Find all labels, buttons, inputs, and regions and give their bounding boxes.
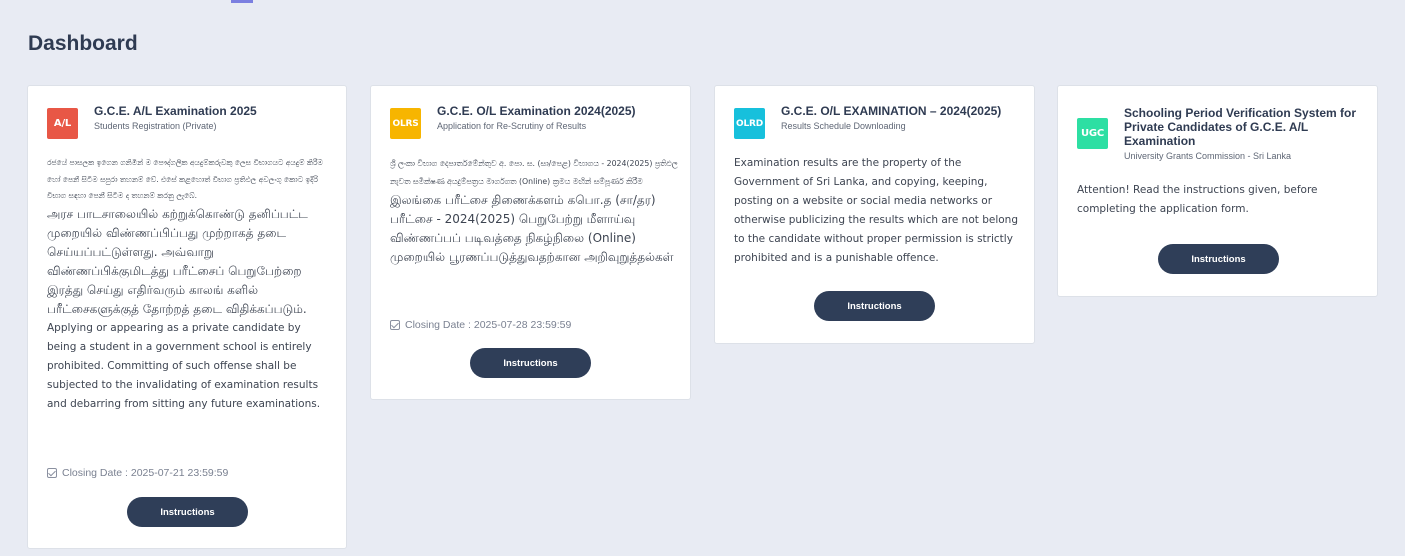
card-title: G.C.E. O/L Examination 2024(2025): [437, 104, 636, 118]
instructions-button[interactable]: Instructions: [470, 348, 591, 378]
card-body: රජයේ පාසලක ඉගෙන ගනිමින් ම පෞද්ගලික අයදුම…: [47, 155, 329, 414]
closing-date-text: Closing Date : 2025-07-21 23:59:59: [62, 467, 229, 479]
card-al-registration: A/L G.C.E. A/L Examination 2025 Students…: [27, 85, 347, 549]
card-header: UGC Schooling Period Verification System…: [1077, 106, 1362, 161]
notice-tamil: அரச பாடசாலையில் கற்றுக்கொண்டு தனிப்பட்ட …: [47, 206, 308, 316]
card-ol-rescrutiny: OLRS G.C.E. O/L Examination 2024(2025) A…: [370, 85, 691, 400]
card-title: G.C.E. A/L Examination 2025: [94, 104, 257, 118]
al-badge-icon: A/L: [47, 108, 78, 139]
closing-date-text: Closing Date : 2025-07-28 23:59:59: [405, 319, 572, 331]
card-ugc-verification: UGC Schooling Period Verification System…: [1057, 85, 1378, 297]
card-title: Schooling Period Verification System for…: [1124, 106, 1357, 148]
notice-sinhala: රජයේ පාසලක ඉගෙන ගනිමින් ම පෞද්ගලික අයදුම…: [47, 158, 323, 200]
card-title: G.C.E. O/L EXAMINATION – 2024(2025): [781, 104, 1002, 118]
card-header: A/L G.C.E. A/L Examination 2025 Students…: [47, 104, 332, 139]
notice-english: Applying or appearing as a private candi…: [47, 321, 321, 410]
card-subtitle: Application for Re-Scrutiny of Results: [437, 121, 587, 131]
calendar-check-icon: [47, 468, 57, 478]
card-body: Examination results are the property of …: [734, 154, 1019, 268]
olrd-badge-icon: OLRD: [734, 108, 765, 139]
card-body: ශ්‍රී ලංකා විභාග දෙපාර්තමේන්තුව අ. පො. ස…: [390, 155, 680, 267]
active-tab-indicator: [231, 0, 253, 3]
card-ol-results-download: OLRD G.C.E. O/L EXAMINATION – 2024(2025)…: [714, 85, 1035, 344]
card-header: OLRS G.C.E. O/L Examination 2024(2025) A…: [390, 104, 675, 139]
page-title: Dashboard: [28, 32, 138, 55]
card-subtitle: Students Registration (Private): [94, 121, 217, 131]
notice-sinhala: ශ්‍රී ලංකා විභාග දෙපාර්තමේන්තුව අ. පො. ස…: [390, 159, 678, 186]
notice-tamil: இலங்கை பரீட்சை திணைக்களம் கபொ.த (சா/தர) …: [390, 193, 674, 264]
notice-english: Attention! Read the instructions given, …: [1077, 184, 1318, 215]
closing-date: Closing Date : 2025-07-28 23:59:59: [390, 319, 571, 331]
card-subtitle: University Grants Commission - Sri Lanka: [1124, 151, 1292, 161]
card-header: OLRD G.C.E. O/L EXAMINATION – 2024(2025)…: [734, 104, 1019, 139]
instructions-button[interactable]: Instructions: [127, 497, 248, 527]
instructions-button[interactable]: Instructions: [814, 291, 935, 321]
closing-date: Closing Date : 2025-07-21 23:59:59: [47, 467, 228, 479]
instructions-button[interactable]: Instructions: [1158, 244, 1279, 274]
olrs-badge-icon: OLRS: [390, 108, 421, 139]
card-body: Attention! Read the instructions given, …: [1077, 181, 1362, 219]
calendar-check-icon: [390, 320, 400, 330]
ugc-badge-icon: UGC: [1077, 118, 1108, 149]
card-subtitle: Results Schedule Downloading: [781, 121, 906, 131]
notice-english: Examination results are the property of …: [734, 157, 1018, 264]
